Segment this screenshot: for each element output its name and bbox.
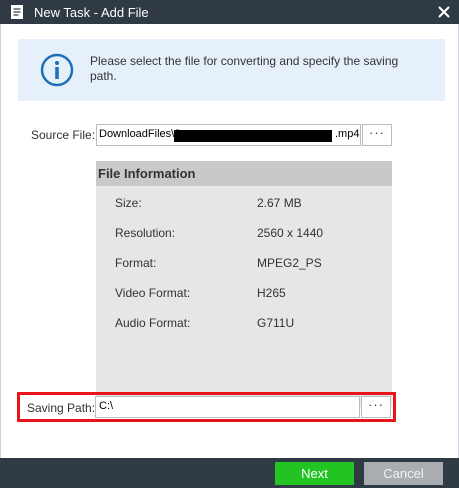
window-title: New Task - Add File	[34, 5, 149, 20]
source-path-start: DownloadFiles\2	[99, 128, 181, 140]
info-key: Resolution:	[115, 226, 176, 240]
info-key: Size:	[115, 196, 142, 210]
cancel-button[interactable]: Cancel	[364, 462, 443, 485]
close-icon[interactable]	[437, 5, 451, 19]
footer-bar: Next Cancel	[0, 458, 459, 488]
redaction-bar	[174, 130, 332, 142]
info-value: H265	[257, 286, 286, 300]
info-row-format: Format: MPEG2_PS	[96, 256, 392, 272]
document-icon	[11, 5, 23, 19]
info-value: 2560 x 1440	[257, 226, 324, 240]
info-value: G711U	[257, 316, 295, 330]
saving-path-value: C:\	[99, 400, 114, 412]
file-information-header: File Information	[96, 161, 392, 186]
source-file-label: Source File:	[31, 128, 96, 142]
info-banner: Please select the file for converting an…	[18, 39, 445, 101]
next-button[interactable]: Next	[275, 462, 354, 485]
saving-path-field[interactable]: C:\	[95, 396, 360, 418]
info-icon	[40, 53, 74, 87]
title-bar: New Task - Add File	[0, 0, 459, 24]
info-key: Audio Format:	[115, 316, 191, 330]
info-row-audio-format: Audio Format: G711U	[96, 316, 392, 332]
file-information-title: File Information	[98, 166, 196, 181]
info-value: 2.67 MB	[257, 196, 302, 210]
info-key: Video Format:	[115, 286, 191, 300]
info-row-video-format: Video Format: H265	[96, 286, 392, 302]
saving-path-browse-button[interactable]: ···	[361, 396, 391, 418]
info-key: Format:	[115, 256, 157, 270]
info-row-size: Size: 2.67 MB	[96, 196, 392, 212]
source-path-extension: .mp4	[335, 128, 360, 140]
saving-path-label: Saving Path:	[27, 401, 96, 415]
file-information-panel: File Information Size: 2.67 MB Resolutio…	[96, 161, 392, 407]
source-file-field[interactable]: DownloadFiles\2 .mp4	[96, 124, 361, 146]
info-message: Please select the file for converting an…	[90, 54, 399, 83]
source-browse-button[interactable]: ···	[362, 124, 392, 146]
info-value: MPEG2_PS	[257, 256, 322, 270]
info-row-resolution: Resolution: 2560 x 1440	[96, 226, 392, 242]
